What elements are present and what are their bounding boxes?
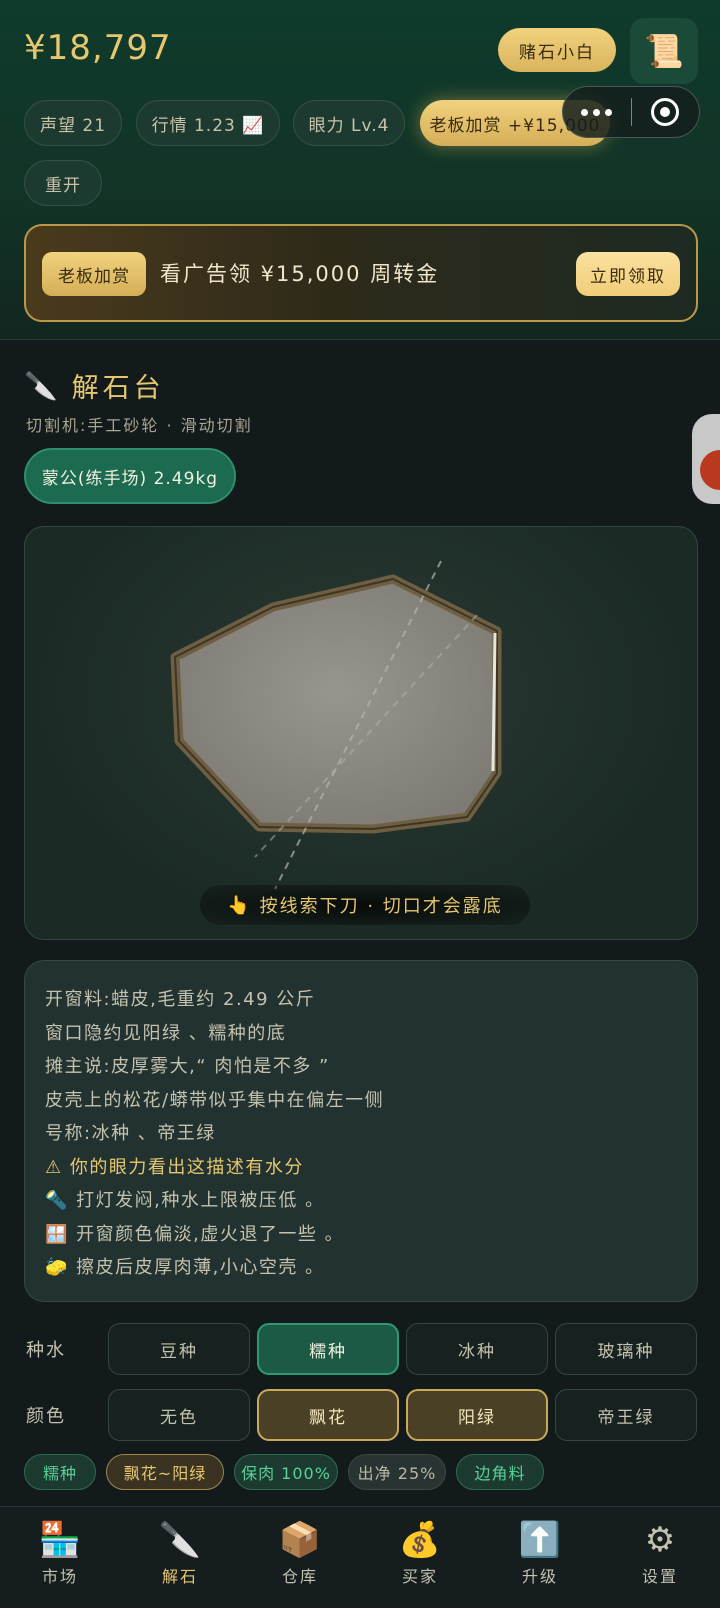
claim-button[interactable]: 立即领取: [576, 252, 680, 296]
cut-edge-highlight: [491, 632, 497, 772]
water-option-nuo[interactable]: 糯种: [257, 1323, 399, 1375]
tab-label: 解石: [161, 1567, 198, 1586]
ad-banner: 老板加赏 看广告领 ¥15,000 周转金 立即领取: [24, 224, 698, 322]
result-pill-flesh: 保肉 100%: [234, 1454, 338, 1490]
restart-chip[interactable]: 重开: [24, 160, 102, 206]
ad-tag: 老板加赏: [42, 252, 146, 296]
bottom-tabbar: 🏪 市场 🔪 解石 📦 仓库 💰 买家 ⬆️ 升级 ⚙ 设置: [0, 1506, 720, 1608]
water-option-dou[interactable]: 豆种: [108, 1323, 250, 1375]
reputation-chip[interactable]: 声望 21: [24, 100, 122, 146]
color-label: 颜色: [26, 1406, 66, 1427]
stone-tag[interactable]: 蒙公(练手场) 2.49kg: [24, 448, 236, 504]
scroll-button[interactable]: 📜: [630, 18, 698, 84]
section-title-text: 解石台: [71, 373, 165, 404]
stone-description: 开窗料:蜡皮,毛重约 2.49 公斤 窗口隐约见阳绿 、糯种的底 摊主说:皮厚雾…: [24, 960, 698, 1302]
rough-stone[interactable]: [170, 574, 502, 834]
result-pill-yield: 出净 25%: [348, 1454, 446, 1490]
cutter-subtitle: 切割机:手工砂轮 · 滑动切割: [26, 416, 253, 435]
ad-text: 看广告领 ¥15,000 周转金: [160, 262, 440, 286]
desc-warning: ⚠ 你的眼力看出这描述有水分: [45, 1156, 304, 1178]
tab-label: 市场: [41, 1567, 78, 1586]
desc-clue: 🪟 开窗颜色偏淡,虚火退了一些 。: [45, 1223, 345, 1245]
cut-hint: 👆 按线索下刀 · 切口才会露底: [200, 885, 530, 925]
desc-line: 号称:冰种 、帝王绿: [45, 1123, 216, 1144]
more-icon[interactable]: [563, 108, 631, 116]
tab-label: 仓库: [281, 1567, 318, 1586]
money-balance: ¥18,797: [24, 28, 172, 68]
result-pill-grade: 边角料: [456, 1454, 544, 1490]
market-chip[interactable]: 行情 1.23 📈: [136, 100, 280, 146]
cut-hint-text: 按线索下刀 · 切口才会露底: [259, 896, 503, 917]
miniprogram-capsule[interactable]: [562, 86, 700, 138]
water-option-boli[interactable]: 玻璃种: [555, 1323, 697, 1375]
tab-label: 升级: [521, 1567, 558, 1586]
desc-line: 窗口隐约见阳绿 、糯种的底: [45, 1022, 287, 1044]
store-icon: 🏪: [38, 1520, 82, 1560]
section-title: 🔪 解石台: [24, 366, 165, 405]
tab-cut[interactable]: 🔪 解石: [120, 1507, 240, 1608]
knife-icon: 🔪: [158, 1520, 202, 1560]
gear-icon: ⚙: [644, 1520, 676, 1560]
desc-clue: 🔦 打灯发闷,种水上限被压低 。: [45, 1190, 325, 1211]
color-option-piaohua[interactable]: 飘花: [257, 1389, 399, 1441]
rank-badge[interactable]: 赌石小白: [498, 28, 616, 72]
eyesight-chip[interactable]: 眼力 Lv.4: [293, 100, 405, 146]
desc-line: 摊主说:皮厚雾大,“ 肉怕是不多 ”: [45, 1056, 330, 1077]
scroll-icon: 📜: [644, 32, 684, 70]
header: ¥18,797 赌石小白 📜 声望 21 行情 1.23 📈 眼力 Lv.4 老…: [0, 0, 720, 340]
close-target-icon[interactable]: [632, 98, 700, 126]
tab-warehouse[interactable]: 📦 仓库: [240, 1507, 360, 1608]
tab-upgrade[interactable]: ⬆️ 升级: [480, 1507, 600, 1608]
result-pill-color: 飘花~阳绿: [106, 1454, 224, 1490]
stone-canvas[interactable]: [25, 527, 699, 941]
desc-clue: 🧽 擦皮后皮厚肉薄,小心空壳 。: [45, 1257, 325, 1278]
tab-settings[interactable]: ⚙ 设置: [600, 1507, 720, 1608]
desc-line: 皮壳上的松花/蟒带似乎集中在偏左一侧: [45, 1089, 385, 1111]
tab-buyers[interactable]: 💰 买家: [360, 1507, 480, 1608]
money-bag-icon: 💰: [398, 1520, 442, 1560]
water-label: 种水: [26, 1340, 66, 1361]
color-option-none[interactable]: 无色: [108, 1389, 250, 1441]
side-float-button[interactable]: [692, 414, 720, 504]
result-pill-water: 糯种: [24, 1454, 96, 1490]
up-arrow-icon: ⬆️: [518, 1520, 562, 1560]
color-option-yanglv[interactable]: 阳绿: [406, 1389, 548, 1441]
package-icon: 📦: [278, 1520, 322, 1560]
pointer-icon: 👆: [227, 894, 252, 916]
knife-icon: 🔪: [24, 370, 62, 402]
desc-line: 开窗料:蜡皮,毛重约 2.49 公斤: [45, 989, 316, 1010]
cutting-stage[interactable]: 👆 按线索下刀 · 切口才会露底: [24, 526, 698, 940]
tab-label: 设置: [641, 1567, 678, 1586]
tab-market[interactable]: 🏪 市场: [0, 1507, 120, 1608]
color-option-diwanglv[interactable]: 帝王绿: [555, 1389, 697, 1441]
water-option-bing[interactable]: 冰种: [406, 1323, 548, 1375]
tab-label: 买家: [401, 1567, 438, 1586]
